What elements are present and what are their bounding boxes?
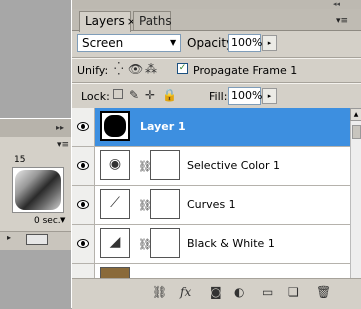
panel-titlebar [72, 0, 361, 9]
layer-row[interactable]: ⟋ ⛓ Curves 1 [72, 186, 350, 225]
tween-button[interactable] [26, 234, 48, 245]
unify-style-icon[interactable]: ⁂ [145, 62, 157, 76]
collapse-icon[interactable]: ◂◂ [333, 0, 340, 8]
visibility-eye-icon[interactable] [77, 122, 89, 131]
visibility-eye-icon[interactable] [77, 239, 89, 248]
lock-position-icon[interactable]: ✛ [145, 88, 155, 102]
adjustment-thumbnail[interactable]: ◢ [100, 228, 130, 258]
adjustment-thumbnail[interactable]: ⟋ [100, 189, 130, 219]
group-folder-icon[interactable]: ▭ [262, 285, 273, 299]
fill-input[interactable]: 100% [228, 87, 262, 105]
propagate-frame-label: Propagate Frame 1 [193, 64, 298, 77]
selective-color-icon: ◉ [108, 156, 122, 172]
link-layers-icon[interactable]: ⛓ [152, 285, 167, 299]
tab-layers-label: Layers [85, 14, 125, 28]
layer-row[interactable]: ◉ ⛓ Selective Color 1 [72, 147, 350, 186]
layers-bottom-toolbar: ⛓ fx ◙ ◐ ▭ ❏ 🗑 [72, 278, 361, 309]
frame-thumbnail-image [15, 170, 61, 210]
adjustment-layer-icon[interactable]: ◐ [234, 285, 244, 299]
new-layer-icon[interactable]: ❏ [288, 285, 299, 299]
curves-icon: ⟋ [110, 195, 120, 211]
add-mask-icon[interactable]: ◙ [210, 285, 222, 299]
adjustment-thumbnail[interactable]: ◉ [100, 150, 130, 180]
panel-menu-icon[interactable]: ▾≡ [57, 140, 69, 150]
black-white-icon: ◢ [109, 234, 121, 250]
lock-image-pixels-icon[interactable]: ✎ [129, 88, 139, 102]
visibility-column [72, 264, 95, 278]
layer-thumbnail[interactable] [100, 267, 130, 278]
frame-delay-dropdown-icon[interactable]: ▼ [60, 216, 65, 224]
panel-menu-icon[interactable]: ▾≡ [336, 16, 348, 26]
blend-mode-select[interactable]: Screen [77, 34, 181, 52]
visibility-column [72, 225, 95, 263]
tab-paths-label: Paths [139, 14, 172, 28]
scroll-thumb[interactable] [352, 125, 361, 139]
layer-mask-thumbnail[interactable] [150, 228, 180, 258]
loop-options-icon[interactable]: ▸ [7, 233, 11, 242]
frame-delay[interactable]: 0 sec. [34, 216, 61, 226]
layer-name[interactable]: Selective Color 1 [187, 159, 280, 172]
close-icon[interactable]: ▸▸ [56, 123, 64, 132]
layers-panel: ◂◂ Layers × Paths ▾≡ Screen ▼ Opacity: 10… [71, 0, 361, 309]
opacity-input[interactable]: 100% [228, 34, 262, 52]
layer-mask-thumbnail[interactable] [150, 150, 180, 180]
frame-number: 15 [14, 155, 26, 165]
scroll-up-icon[interactable]: ▲ [350, 108, 361, 121]
layer-name[interactable]: Black & White 1 [187, 237, 275, 250]
divider [72, 83, 361, 84]
tab-paths[interactable]: Paths [133, 11, 172, 30]
layer-thumbnail-content [104, 115, 126, 137]
layer-style-icon[interactable]: fx [180, 285, 191, 299]
fill-label: Fill: [209, 90, 228, 103]
chevron-down-icon[interactable]: ▼ [170, 38, 176, 47]
lock-all-icon[interactable]: 🔒 [162, 88, 177, 102]
opacity-slider-button[interactable]: ▸ [262, 35, 277, 51]
visibility-column [72, 147, 95, 185]
trash-icon[interactable]: 🗑 [316, 285, 331, 299]
layer-name[interactable]: Curves 1 [187, 198, 236, 211]
unify-label: Unify: [77, 64, 109, 77]
layer-row[interactable] [72, 264, 350, 278]
layer-mask-thumbnail[interactable] [150, 189, 180, 219]
visibility-eye-icon[interactable] [77, 200, 89, 209]
layer-row[interactable]: ◢ ⛓ Black & White 1 [72, 225, 350, 264]
animation-panel: ▸▸ ▾≡ 15 0 sec. ▼ ▸ [0, 118, 71, 250]
lock-transparent-pixels-icon[interactable] [113, 89, 123, 99]
tab-layers[interactable]: Layers × [79, 11, 136, 32]
divider [72, 58, 361, 59]
unify-position-icon[interactable]: ⁛ [114, 62, 124, 76]
fill-slider-button[interactable]: ▸ [262, 88, 277, 104]
propagate-frame-checkbox[interactable]: ✓ [177, 63, 188, 74]
layers-list: Layer 1 ◉ ⛓ Selective Color 1 ⟋ ⛓ Curves… [72, 108, 350, 278]
layer-row[interactable]: Layer 1 [72, 108, 350, 147]
frame-thumbnail[interactable] [12, 167, 64, 213]
unify-visibility-icon[interactable]: 👁 [128, 62, 143, 76]
layer-name[interactable]: Layer 1 [140, 120, 186, 133]
visibility-column [72, 186, 95, 224]
visibility-eye-icon[interactable] [77, 161, 89, 170]
layer-thumbnail[interactable] [100, 111, 130, 141]
lock-label: Lock: [81, 90, 110, 103]
visibility-column [72, 108, 95, 146]
